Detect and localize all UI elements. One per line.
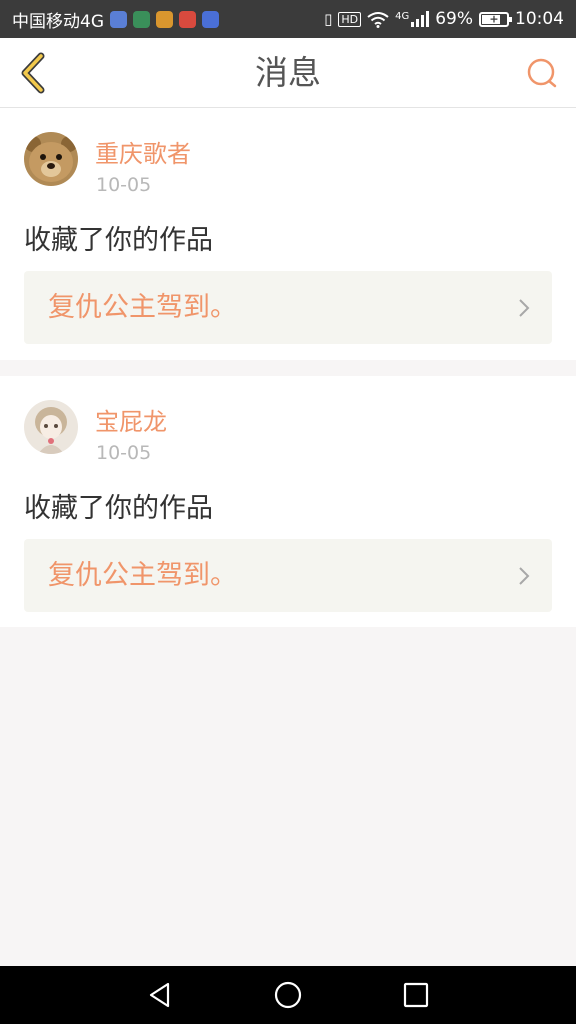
message-card: 宝屁龙 10-05 收藏了你的作品 复仇公主驾到。 <box>0 376 576 627</box>
square-recent-icon[interactable] <box>401 980 431 1010</box>
page-title: 消息 <box>255 53 321 92</box>
status-left: 中国移动4G <box>12 7 219 32</box>
triangle-back-icon[interactable] <box>145 980 175 1010</box>
battery-icon: + <box>479 11 512 27</box>
wifi-icon <box>367 11 389 28</box>
anime-girl-avatar <box>24 400 78 454</box>
app-header: 消息 <box>0 38 576 108</box>
chevron-right-icon <box>519 567 530 585</box>
map-pin-app-icon <box>179 10 196 28</box>
status-right: ▯ HD 4G 69% + 10:04 <box>324 9 564 29</box>
chevron-right-icon <box>519 299 530 317</box>
carrier-label: 中国移动4G <box>12 11 104 32</box>
message-card: 重庆歌者 10-05 收藏了你的作品 复仇公主驾到。 <box>0 108 576 360</box>
cell-signal-icon <box>411 11 430 27</box>
vibrate-icon: ▯ <box>324 9 333 28</box>
network-type-label: 4G <box>395 11 410 22</box>
lock-app-icon <box>133 10 150 28</box>
work-title: 复仇公主驾到。 <box>48 560 237 591</box>
work-title: 复仇公主驾到。 <box>48 292 237 323</box>
system-nav-bar <box>0 966 576 1024</box>
hd-badge: HD <box>338 11 362 27</box>
user-avatar[interactable] <box>24 400 78 454</box>
search-icon <box>527 58 557 88</box>
username[interactable]: 宝屁龙 <box>95 402 167 437</box>
teddy-bear-avatar <box>24 132 78 186</box>
gift-app-icon <box>156 10 173 28</box>
action-text: 收藏了你的作品 <box>24 493 213 524</box>
music-app-icon <box>202 10 219 28</box>
work-link[interactable]: 复仇公主驾到。 <box>24 271 552 344</box>
baidu-paw-icon <box>110 10 127 28</box>
search-button[interactable] <box>522 54 562 94</box>
message-date: 10-05 <box>96 174 152 196</box>
circle-home-icon[interactable] <box>273 980 303 1010</box>
message-date: 10-05 <box>96 442 152 464</box>
username[interactable]: 重庆歌者 <box>95 134 191 169</box>
action-text: 收藏了你的作品 <box>24 225 213 256</box>
work-link[interactable]: 复仇公主驾到。 <box>24 539 552 612</box>
status-bar: 中国移动4G ▯ HD 4G 69% + 10:04 <box>0 0 576 38</box>
battery-percent: 69% <box>435 9 473 29</box>
clock: 10:04 <box>515 9 564 29</box>
user-avatar[interactable] <box>24 132 78 186</box>
